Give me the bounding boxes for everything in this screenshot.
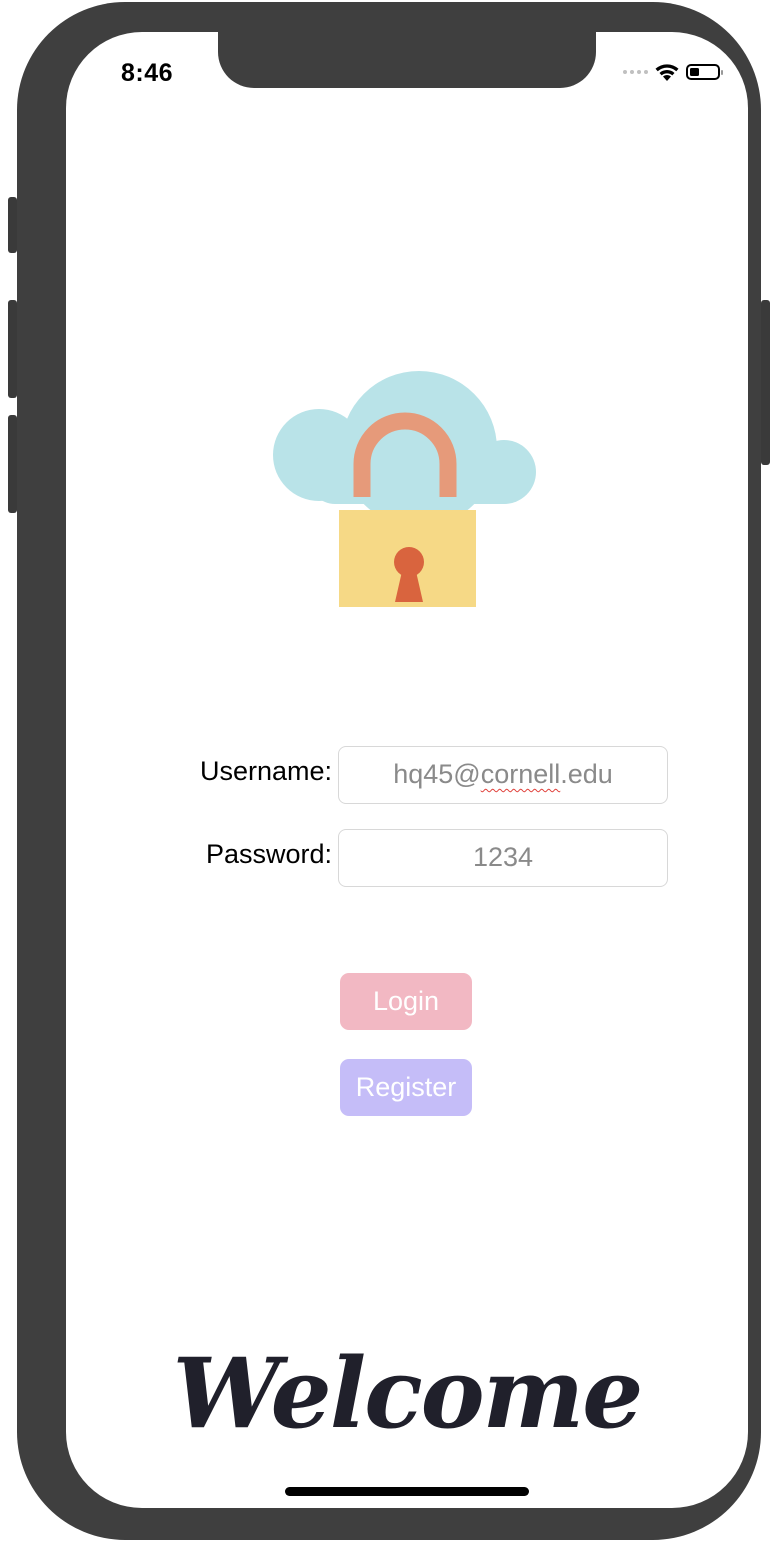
cloud-padlock-icon <box>273 371 536 607</box>
cloud-shape <box>273 371 536 527</box>
username-value-suffix: .edu <box>560 759 613 789</box>
status-icons <box>623 62 723 82</box>
battery-level <box>690 68 699 76</box>
login-button[interactable]: Login <box>340 973 472 1030</box>
volume-up-button <box>8 300 17 398</box>
username-value-prefix: hq45@ <box>393 759 481 789</box>
power-button <box>761 300 770 465</box>
password-input[interactable]: 1234 <box>338 829 668 887</box>
username-value-misspelled: cornell <box>480 759 561 789</box>
username-row: Username: hq45@cornell.edu <box>66 746 748 804</box>
app-screen: 8:46 Username: hq45@cornell.edu Password… <box>66 32 748 1508</box>
phone-device: 8:46 Username: hq45@cornell.edu Password… <box>8 0 770 1542</box>
username-label: Username: <box>199 756 332 786</box>
wifi-icon <box>655 64 679 81</box>
username-input[interactable]: hq45@cornell.edu <box>338 746 668 804</box>
status-time: 8:46 <box>121 59 174 87</box>
welcome-title: Welcome <box>172 1337 644 1450</box>
password-row: Password: 1234 <box>66 829 748 887</box>
cellular-signal-icon <box>623 70 648 74</box>
register-button[interactable]: Register <box>340 1059 472 1116</box>
notch <box>218 32 596 88</box>
volume-down-button <box>8 415 17 513</box>
mute-switch <box>8 197 17 253</box>
password-label: Password: <box>205 839 332 869</box>
battery-icon <box>686 64 723 80</box>
home-indicator[interactable] <box>285 1487 529 1496</box>
